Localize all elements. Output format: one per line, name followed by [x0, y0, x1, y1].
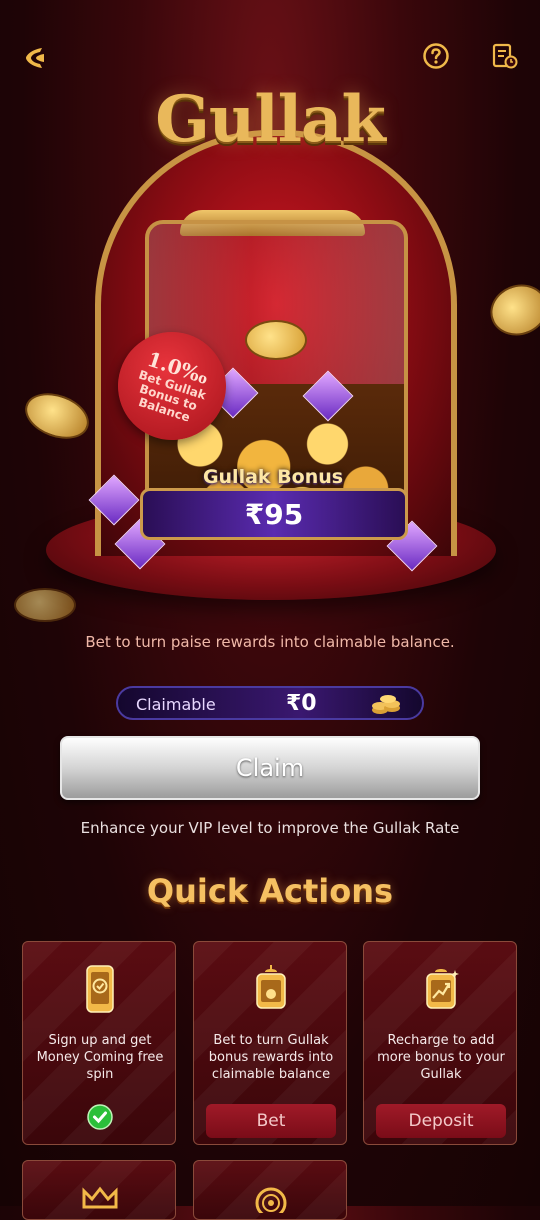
action-card-signup: Sign up and get Money Coming free spin [22, 941, 176, 1145]
bonus-label: Gullak Bonus [202, 466, 344, 488]
coin-stack-icon [370, 693, 404, 719]
checkmark-circle-icon [87, 1104, 113, 1130]
bet-button[interactable]: Bet [206, 1104, 336, 1138]
vip-note: Enhance your VIP level to improve the Gu… [80, 819, 460, 837]
wheel-icon [251, 1183, 291, 1219]
subtitle: Bet to turn paise rewards into claimable… [85, 633, 455, 651]
action-card-wheel [193, 1160, 347, 1220]
coin-icon [245, 320, 307, 360]
bonus-amount: ₹95 [140, 488, 408, 540]
claimable-value: ₹0 [286, 691, 317, 716]
gullak-jar-icon [251, 964, 291, 1014]
records-icon[interactable] [488, 40, 520, 72]
deposit-button[interactable]: Deposit [376, 1104, 506, 1138]
action-card-deposit: Recharge to add more bonus to your Gulla… [363, 941, 517, 1145]
coin-icon [483, 276, 540, 344]
gullak-hero: Gullak 1.0‰ Bet Gullak Bonus to Balance … [0, 70, 540, 622]
claimable-label: Claimable [136, 695, 216, 714]
recharge-chart-icon [421, 964, 461, 1014]
question-circle-icon[interactable] [420, 40, 452, 72]
crown-icon [80, 1185, 120, 1209]
action-card-text: Recharge to add more bonus to your Gulla… [377, 1033, 505, 1082]
coin-icon [18, 384, 96, 448]
coin-icon [14, 588, 76, 622]
action-card-text: Bet to turn Gullak bonus rewards into cl… [208, 1033, 334, 1082]
claim-button[interactable]: Claim [60, 736, 480, 800]
action-card-text: Sign up and get Money Coming free spin [36, 1033, 164, 1082]
quick-actions-title: Quick Actions [146, 872, 394, 910]
gullak-logo: Gullak [155, 82, 386, 157]
claimable-bar: Claimable ₹0 [116, 686, 424, 720]
action-card-bet: Bet to turn Gullak bonus rewards into cl… [193, 941, 347, 1145]
phone-check-icon [80, 964, 120, 1014]
action-card-vip [22, 1160, 176, 1220]
